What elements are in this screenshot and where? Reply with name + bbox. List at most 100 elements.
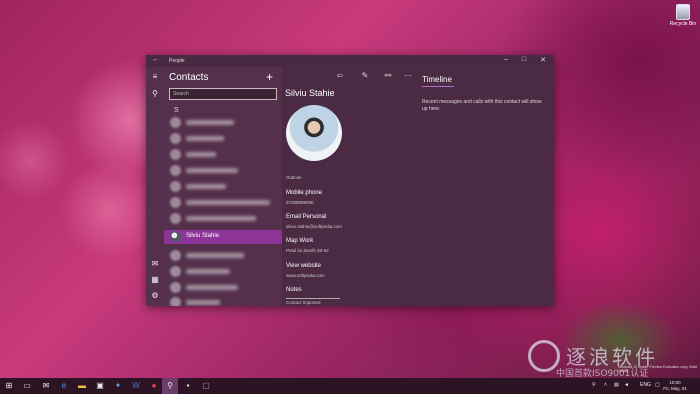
people-app-icon[interactable]: ⚲ [165, 381, 175, 391]
clock-date: Fri, May, 01 [663, 386, 687, 391]
blurred-name [186, 120, 234, 125]
chrome-icon[interactable]: ● [149, 381, 159, 391]
avatar [170, 297, 181, 306]
network-icon[interactable]: ▤ [614, 382, 619, 388]
notes-value: Contact Imported [286, 300, 321, 305]
search-placeholder: Search [173, 91, 189, 97]
website-value[interactable]: www.softpedia.com [286, 273, 325, 278]
contact-list-item[interactable] [164, 132, 282, 145]
notification-icon[interactable]: ▢ [655, 382, 660, 388]
language-indicator[interactable]: ENG [640, 382, 651, 388]
blurred-name [186, 216, 256, 221]
mail-icon[interactable]: ✉ [150, 259, 160, 269]
taskbar-clock[interactable]: 10:00 Fri, May, 01 [662, 380, 688, 392]
contacts-pane: ≡ ⚲ ✉ ▦ ⚙ Contacts + Search S Silviu Sta… [146, 67, 282, 306]
link-contact-icon[interactable]: ⚯ [382, 71, 394, 80]
account-source: Outlook [286, 175, 302, 180]
app-title: People [169, 58, 185, 64]
close-button[interactable]: ✕ [537, 56, 549, 64]
website-label[interactable]: View website [286, 263, 321, 269]
blurred-name [186, 269, 230, 274]
contacts-title: Contacts [169, 72, 209, 83]
notes-label: Notes [286, 287, 302, 293]
contact-list-item[interactable] [164, 296, 282, 306]
hamburger-menu-icon[interactable]: ≡ [150, 72, 160, 82]
contact-list-item[interactable] [164, 249, 282, 262]
avatar [170, 282, 181, 293]
blurred-name [186, 200, 270, 205]
avatar [170, 181, 181, 192]
person-icon[interactable]: ⚲ [150, 89, 160, 99]
avatar [170, 250, 181, 261]
mobile-phone-label: Mobile phone [286, 190, 323, 196]
avatar [170, 213, 181, 224]
file-explorer-icon[interactable]: ▬ [77, 381, 87, 391]
word-icon[interactable]: W [131, 381, 141, 391]
edge-browser-icon[interactable]: e [59, 381, 69, 391]
contact-list-item[interactable] [164, 281, 282, 294]
avatar [170, 133, 181, 144]
contact-list-item[interactable] [164, 212, 282, 225]
recycle-bin-icon [676, 4, 690, 20]
avatar [170, 117, 181, 128]
contact-list-item[interactable] [164, 148, 282, 161]
blurred-name [186, 152, 216, 157]
twitter-icon[interactable]: ✦ [113, 381, 123, 391]
contact-list-item[interactable] [164, 196, 282, 209]
search-input[interactable]: Search [169, 88, 277, 100]
recycle-bin-label: Recycle Bin [669, 21, 697, 27]
map-work-value[interactable]: Putul lui Zamfir 60-62 [286, 248, 329, 253]
pinned-app-icon[interactable]: ▪ [183, 381, 193, 391]
more-options-icon[interactable]: ⋯ [402, 71, 414, 80]
edit-icon[interactable]: ✎ [359, 71, 371, 80]
contact-list-item[interactable] [164, 116, 282, 129]
notes-divider [286, 298, 340, 299]
avatar [170, 165, 181, 176]
email-value[interactable]: silviu.stahie@softpedia.com [286, 224, 342, 229]
minimize-button[interactable]: – [500, 56, 512, 63]
tray-people-icon[interactable]: ⚲ [592, 382, 596, 388]
calendar-icon[interactable]: ▦ [150, 275, 160, 285]
avatar [170, 266, 181, 277]
group-letter-header[interactable]: S [174, 107, 179, 114]
contact-list-item[interactable] [164, 265, 282, 278]
task-view-icon[interactable]: ▭ [22, 381, 32, 391]
blurred-name [186, 136, 224, 141]
volume-icon[interactable]: ◄ [624, 382, 629, 388]
app-icon[interactable]: ▢ [201, 381, 211, 391]
blurred-name [186, 285, 238, 290]
people-app-window: ← People – □ ✕ ≡ ⚲ ✉ ▦ ⚙ Contacts + Sear… [146, 55, 554, 306]
avatar [170, 149, 181, 160]
add-contact-button[interactable]: + [266, 70, 273, 84]
share-icon[interactable]: ⇦ [334, 71, 346, 80]
maximize-button[interactable]: □ [518, 56, 530, 63]
nav-rail: ≡ ⚲ ✉ ▦ ⚙ [146, 67, 164, 306]
timeline-underline [422, 86, 454, 87]
windows-build-note: Windows 10 Insider Preview Evaluation co… [618, 365, 698, 373]
map-work-label[interactable]: Map Work [286, 238, 313, 244]
contact-name-heading: Silviu Stahie [285, 88, 335, 98]
selected-contact-name: Silviu Stahie [186, 233, 220, 239]
contact-photo [286, 105, 342, 161]
recycle-bin-desktop-icon[interactable]: Recycle Bin [668, 4, 698, 27]
email-label: Email Personal [286, 214, 327, 220]
contact-list-item[interactable] [164, 164, 282, 177]
contact-list-item[interactable] [164, 180, 282, 193]
taskbar: ⊞ ▭ ✉ e ▬ ▣ ✦ W ● ⚲ ▪ ▢ ⚲ ˄ ▤ ◄ ENG ▢ 10… [0, 378, 700, 394]
tray-chevron-icon[interactable]: ˄ [604, 382, 607, 388]
contact-list-item-selected[interactable]: Silviu Stahie [164, 230, 282, 244]
mobile-phone-value[interactable]: 07298909090 [286, 200, 314, 205]
blurred-name [186, 184, 226, 189]
timeline-message: Recent messages and calls with this cont… [422, 99, 542, 112]
blurred-name [186, 300, 220, 305]
start-windows-icon[interactable]: ⊞ [4, 381, 14, 391]
store-icon[interactable]: ▣ [95, 381, 105, 391]
timeline-heading[interactable]: Timeline [422, 75, 452, 84]
title-bar: ← People – □ ✕ [146, 55, 554, 67]
avatar [170, 231, 181, 242]
blurred-name [186, 253, 244, 258]
contact-detail-pane: ⇦ ✎ ⚯ ⋯ Silviu Stahie Outlook Mobile pho… [282, 67, 554, 306]
back-arrow-icon[interactable]: ← [152, 56, 159, 63]
settings-icon[interactable]: ⚙ [150, 291, 160, 301]
mail-app-icon[interactable]: ✉ [41, 381, 51, 391]
